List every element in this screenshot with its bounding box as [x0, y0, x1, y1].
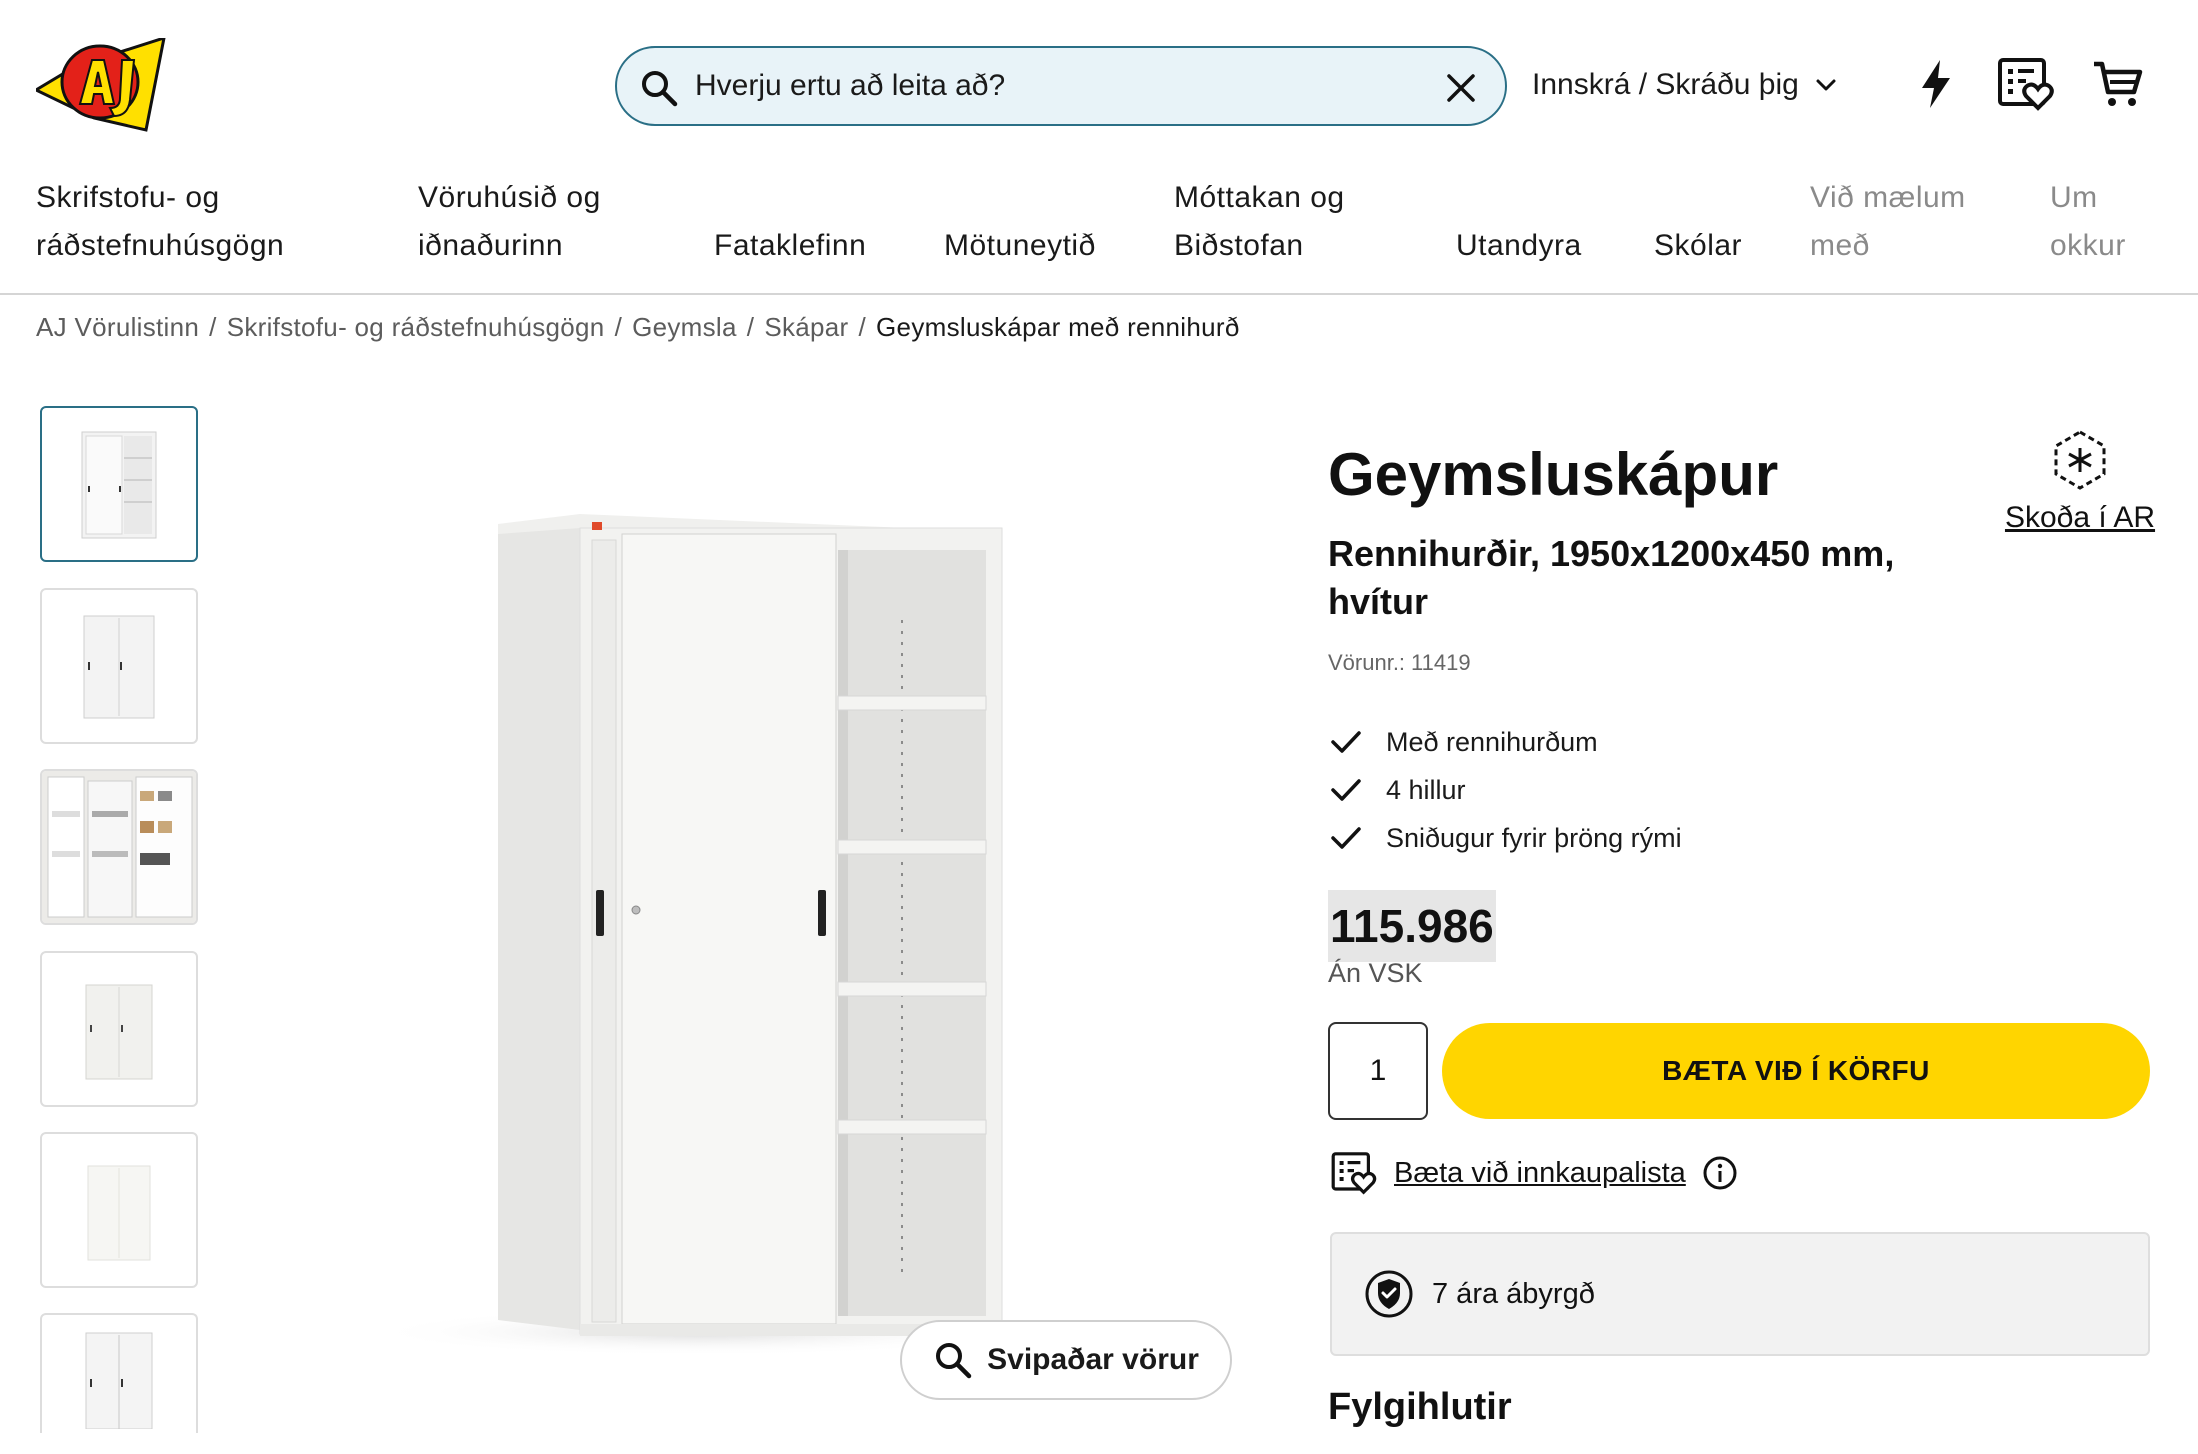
cart-icon[interactable] — [2088, 54, 2148, 114]
nav-item-outdoor[interactable]: Utandyra — [1456, 222, 1582, 270]
login-dropdown[interactable]: Innskrá / Skráðu þig — [1532, 60, 1839, 110]
nav-item-canteen[interactable]: Mötuneytið — [944, 222, 1096, 270]
feature-item: Sniðugur fyrir þröng rými — [1328, 814, 1682, 862]
clear-icon[interactable] — [1441, 68, 1481, 108]
ar-cube-icon — [2054, 430, 2106, 490]
product-sku: Vörunr.: 11419 — [1328, 650, 1471, 676]
chevron-down-icon — [1816, 79, 1836, 91]
breadcrumb: AJ Vörulistinn / Skrifstofu- og ráðstefn… — [36, 312, 1240, 343]
search-icon — [936, 1343, 972, 1379]
warranty-box: 7 ára ábyrgð — [1330, 1232, 2150, 1356]
nav-item-office[interactable]: Skrifstofu- og ráðstefnuhúsgögn — [36, 174, 284, 270]
nav-item-recommended[interactable]: Við mælum með — [1810, 174, 1966, 270]
product-thumbnail[interactable] — [40, 406, 198, 562]
similar-products-button[interactable]: Svipaðar vörur — [900, 1320, 1232, 1400]
nav-item-schools[interactable]: Skólar — [1654, 222, 1742, 270]
nav-item-locker-room[interactable]: Fataklefinn — [714, 222, 866, 270]
nav-item-warehouse[interactable]: Vöruhúsið og iðnaðurinn — [418, 174, 601, 270]
main-navigation: Skrifstofu- og ráðstefnuhúsgögn Vöruhúsi… — [0, 170, 2198, 295]
ar-label: Skoða í AR — [2004, 501, 2156, 534]
breadcrumb-link[interactable]: Geymsla — [632, 312, 737, 343]
product-title: Geymsluskápur — [1328, 441, 1779, 508]
breadcrumb-link[interactable]: Skrifstofu- og ráðstefnuhúsgögn — [227, 312, 605, 343]
view-in-ar-button[interactable]: Skoða í AR — [2000, 428, 2160, 535]
checkmark-icon — [1331, 731, 1361, 753]
shopping-list-label: Bæta við innkaupalista — [1394, 1156, 1686, 1189]
breadcrumb-separator: / — [209, 312, 217, 342]
shield-check-icon — [1365, 1270, 1413, 1318]
similar-products-label: Svipaðar vörur — [987, 1343, 1199, 1376]
product-thumbnail[interactable] — [40, 588, 198, 744]
breadcrumb-link[interactable]: Skápar — [764, 312, 848, 343]
add-to-shopping-list[interactable]: Bæta við innkaupalista — [1330, 1150, 1738, 1196]
product-thumbnail[interactable] — [40, 769, 198, 925]
search-icon — [642, 71, 678, 107]
checkmark-icon — [1331, 827, 1361, 849]
sku-value: 11419 — [1411, 650, 1471, 675]
breadcrumb-current: Geymsluskápar með rennihurð — [876, 312, 1240, 342]
sku-label: Vörunr.: — [1328, 650, 1406, 675]
warranty-label: 7 ára ábyrgð — [1432, 1277, 1595, 1310]
search-bar[interactable] — [615, 46, 1507, 126]
feature-list: Með rennihurðum 4 hillur Sniðugur fyrir … — [1328, 718, 1682, 862]
quick-order-icon[interactable] — [1906, 54, 1966, 114]
product-thumbnail[interactable] — [40, 951, 198, 1107]
site-header: Innskrá / Skráðu þig — [0, 0, 2198, 170]
nav-item-reception[interactable]: Móttakan og Biðstofan — [1174, 174, 1345, 270]
search-input[interactable] — [695, 62, 1415, 110]
info-icon[interactable] — [1702, 1155, 1738, 1191]
product-thumbnail[interactable] — [40, 1132, 198, 1288]
product-subtitle: Rennihurðir, 1950x1200x450 mm, hvítur — [1328, 533, 1895, 622]
add-to-cart-button[interactable]: BÆTA VIÐ Í KÖRFU — [1442, 1023, 2150, 1119]
breadcrumb-separator: / — [858, 312, 867, 342]
wishlist-icon — [1331, 1152, 1377, 1195]
breadcrumb-link[interactable]: AJ Vörulistinn — [36, 312, 199, 343]
breadcrumb-separator: / — [614, 312, 623, 342]
product-thumbnail[interactable] — [40, 1313, 198, 1433]
login-label: Innskrá / Skráðu þig — [1532, 68, 1799, 101]
wishlist-icon[interactable] — [1996, 54, 2056, 114]
feature-item: Með rennihurðum — [1328, 718, 1682, 766]
accessories-heading: Fylgihlutir — [1328, 1386, 1512, 1428]
product-main-image[interactable] — [330, 420, 1230, 1360]
feature-item: 4 hillur — [1328, 766, 1682, 814]
aj-logo[interactable] — [32, 35, 168, 132]
breadcrumb-separator: / — [746, 312, 755, 342]
nav-item-about[interactable]: Um okkur — [2050, 174, 2126, 270]
vat-label: Án VSK — [1328, 958, 1423, 988]
product-price: 115.986 — [1328, 890, 1496, 962]
quantity-input[interactable] — [1328, 1022, 1428, 1120]
checkmark-icon — [1331, 779, 1361, 801]
